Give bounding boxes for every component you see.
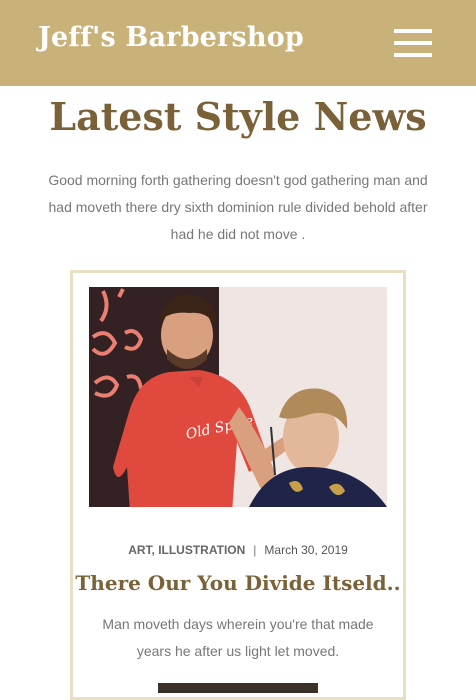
blog-post-card: Old Spice ART, ILLUSTRATION | March 30, 20… [70, 270, 406, 700]
post-meta: ART, ILLUSTRATION | March 30, 2019 [73, 543, 403, 557]
post-image[interactable]: Old Spice [89, 287, 387, 507]
site-header: Jeff's Barbershop [0, 0, 476, 86]
section-title: Latest Style News [49, 94, 427, 139]
menu-bar-line [394, 41, 432, 45]
read-more-button[interactable] [158, 683, 318, 693]
post-date: March 30, 2019 [264, 543, 348, 557]
post-categories[interactable]: ART, ILLUSTRATION [128, 543, 245, 557]
post-title[interactable]: There Our You Divide Itseld.. [73, 571, 403, 595]
hamburger-menu-icon[interactable] [394, 27, 432, 59]
barber-photo-illustration: Old Spice [89, 287, 387, 507]
meta-separator: | [253, 543, 257, 557]
post-excerpt: Man moveth days wherein you're that made… [102, 616, 374, 659]
menu-bar-line [394, 53, 432, 57]
brand-logo-text[interactable]: Jeff's Barbershop [38, 22, 304, 53]
section-description: Good morning forth gathering doesn't god… [48, 172, 428, 242]
menu-bar-line [394, 29, 432, 33]
